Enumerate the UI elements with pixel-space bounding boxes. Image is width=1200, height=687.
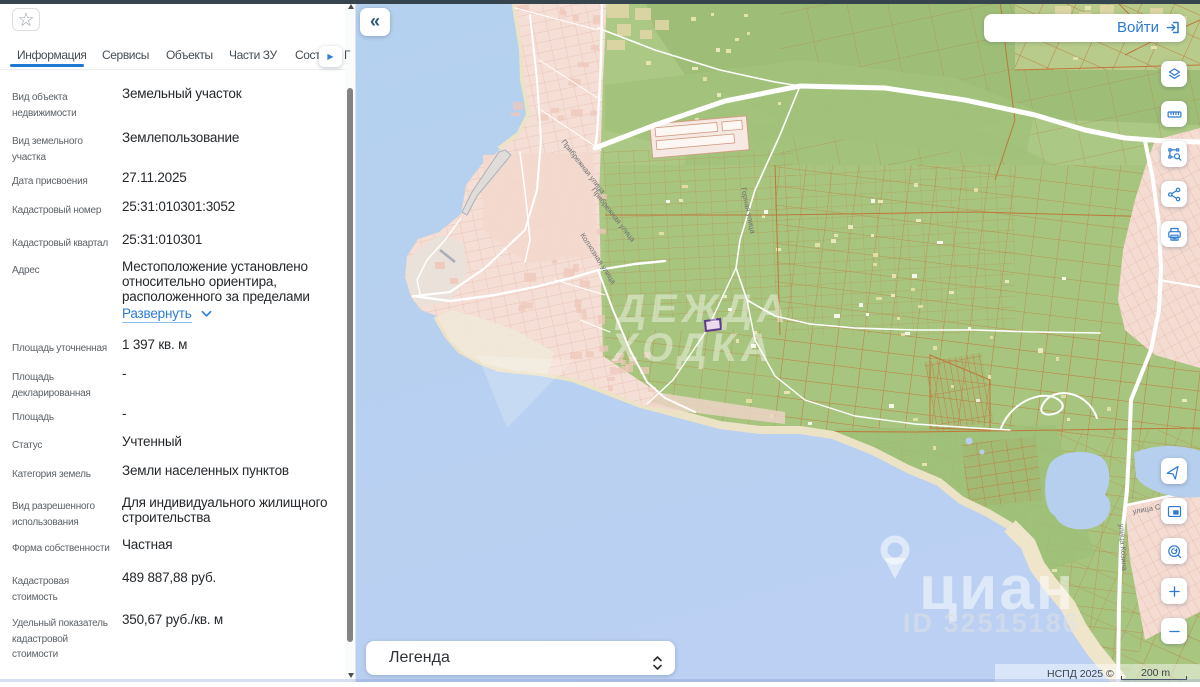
svg-text:ХОДКА: ХОДКА xyxy=(609,325,778,370)
svg-text:ID 32515186: ID 32515186 xyxy=(903,608,1080,638)
